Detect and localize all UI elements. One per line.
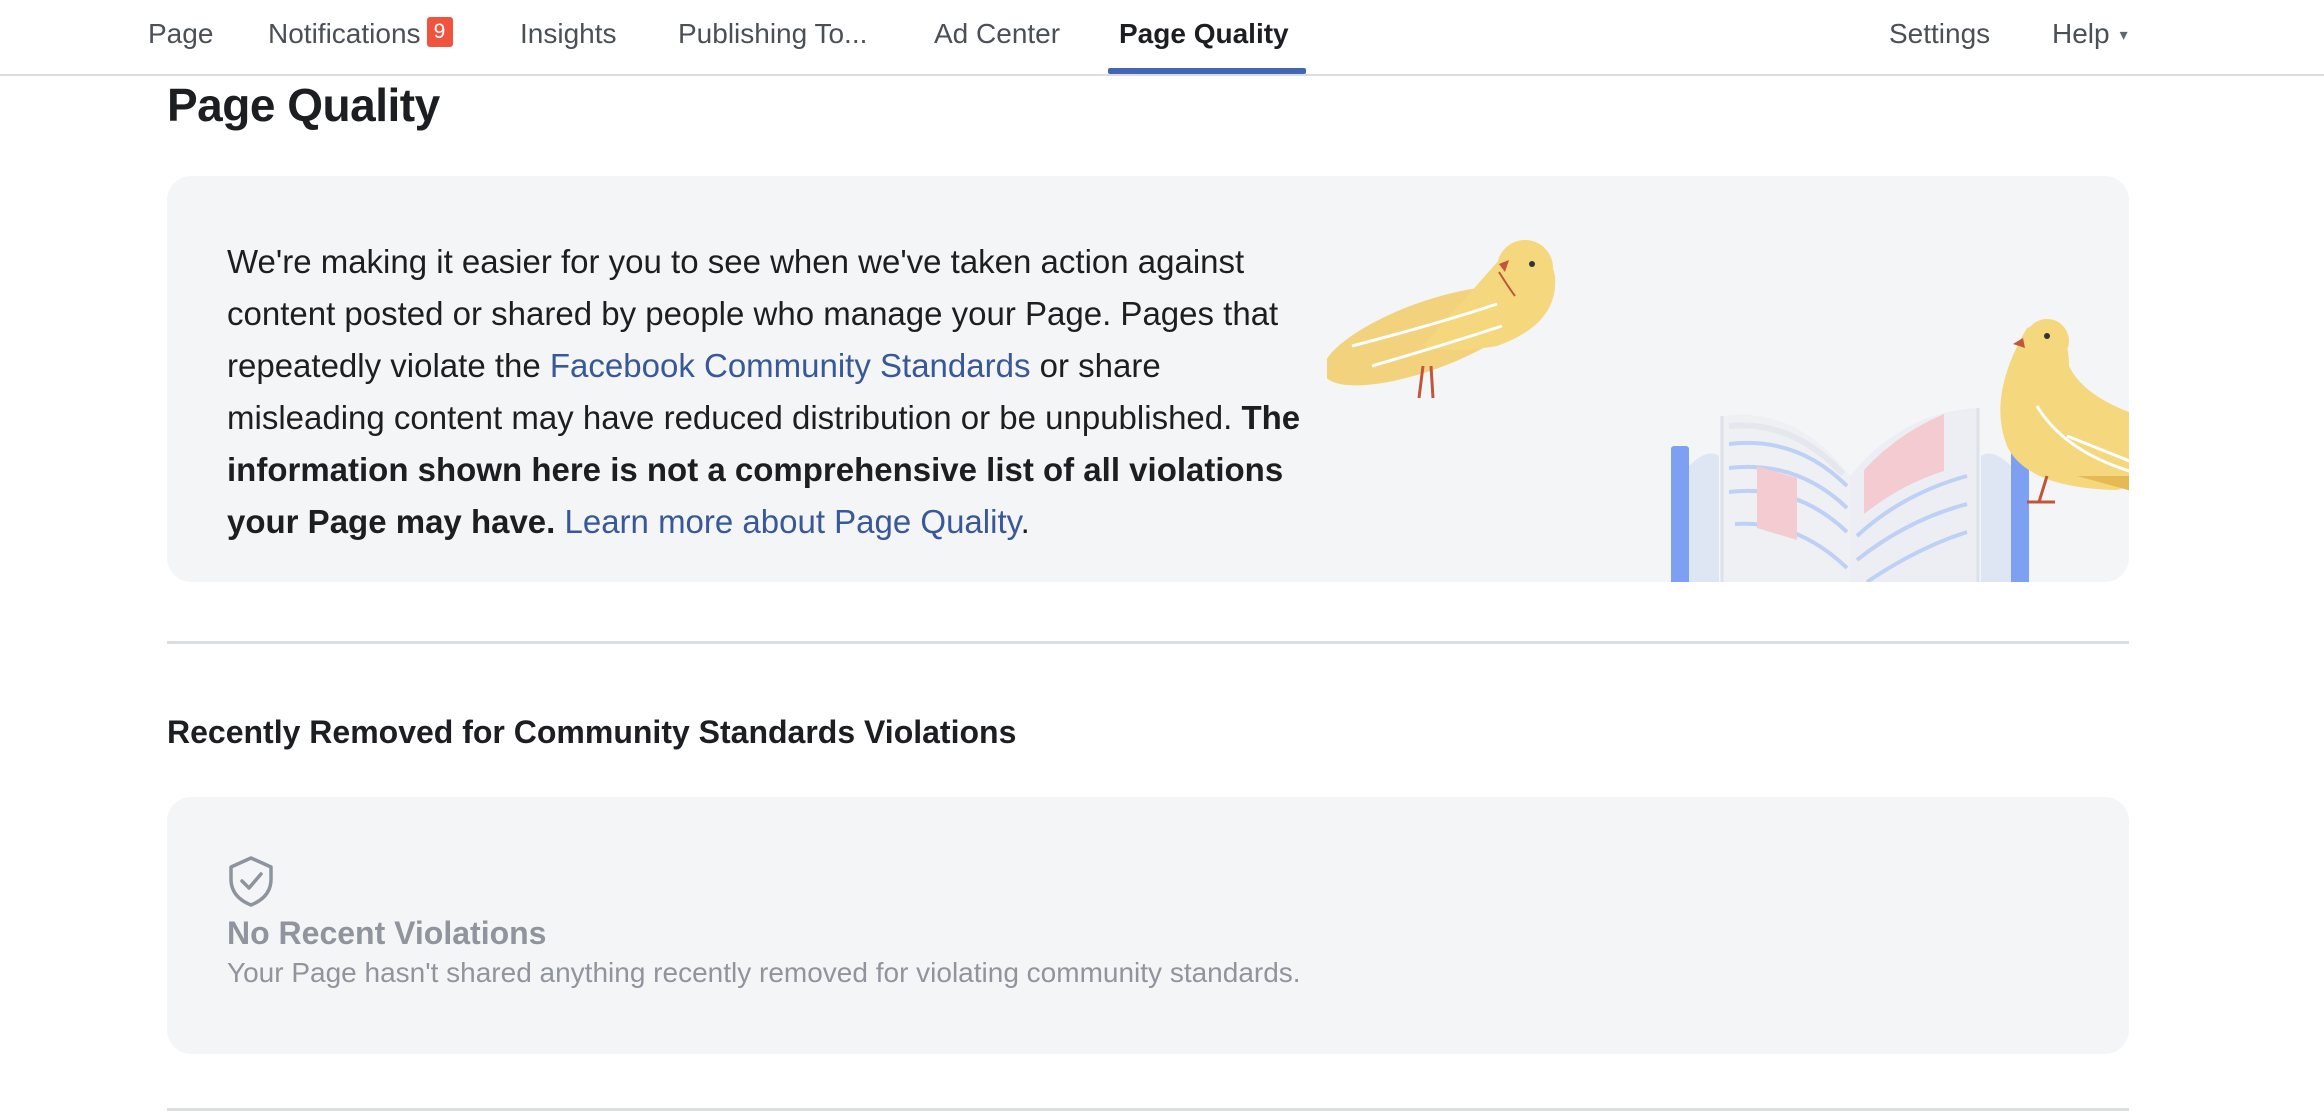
active-tab-indicator <box>1108 68 1306 74</box>
page-title: Page Quality <box>167 79 440 131</box>
nav-tab-label: Notifications <box>268 18 421 49</box>
nav-tab-label: Page <box>148 18 214 49</box>
section-title: Recently Removed for Community Standards… <box>167 714 1017 750</box>
nav-help-menu[interactable]: Help ▾ <box>2052 0 2128 76</box>
intro-text-part <box>555 503 564 540</box>
empty-state-description: Your Page hasn't shared anything recentl… <box>227 957 1301 988</box>
chevron-down-icon: ▾ <box>2119 26 2128 44</box>
nav-tab-ad-center[interactable]: Ad Center <box>934 0 1060 76</box>
nav-tab-label: Page Quality <box>1119 18 1289 49</box>
page-top-nav: Page Notifications 9 Insights Publishing … <box>0 0 2324 76</box>
nav-tab-label: Insights <box>520 18 617 49</box>
nav-help-label: Help <box>2052 18 2110 49</box>
page-quality-intro-card: We're making it easier for you to see wh… <box>167 176 2129 582</box>
section-divider <box>167 641 2129 644</box>
learn-more-page-quality-link[interactable]: Learn more about Page Quality <box>565 503 1021 540</box>
nav-tab-page-quality[interactable]: Page Quality <box>1119 0 1289 76</box>
shield-check-icon <box>229 856 273 907</box>
intro-text: We're making it easier for you to see wh… <box>227 236 1307 548</box>
intro-text-part: . <box>1020 503 1030 540</box>
birds-book-illustration <box>1327 240 2129 582</box>
nav-settings[interactable]: Settings <box>1889 0 1990 76</box>
nav-tab-publishing-tools[interactable]: Publishing To... <box>678 0 867 76</box>
nav-tab-page[interactable]: Page <box>148 0 213 76</box>
violations-empty-state-card: No Recent Violations Your Page hasn't sh… <box>167 797 2129 1054</box>
section-divider <box>167 1108 2129 1111</box>
nav-tab-notifications[interactable]: Notifications 9 <box>268 0 453 76</box>
notification-count-badge: 9 <box>426 17 453 47</box>
empty-state-title: No Recent Violations <box>227 915 547 951</box>
nav-tab-label: Publishing To... <box>678 18 868 49</box>
nav-tab-insights[interactable]: Insights <box>520 0 617 76</box>
open-book-icon <box>1671 408 2029 582</box>
community-standards-link[interactable]: Facebook Community Standards <box>550 347 1031 384</box>
nav-tab-label: Ad Center <box>934 18 1061 49</box>
nav-settings-label: Settings <box>1889 18 1991 49</box>
left-bird-icon <box>1327 240 1556 399</box>
